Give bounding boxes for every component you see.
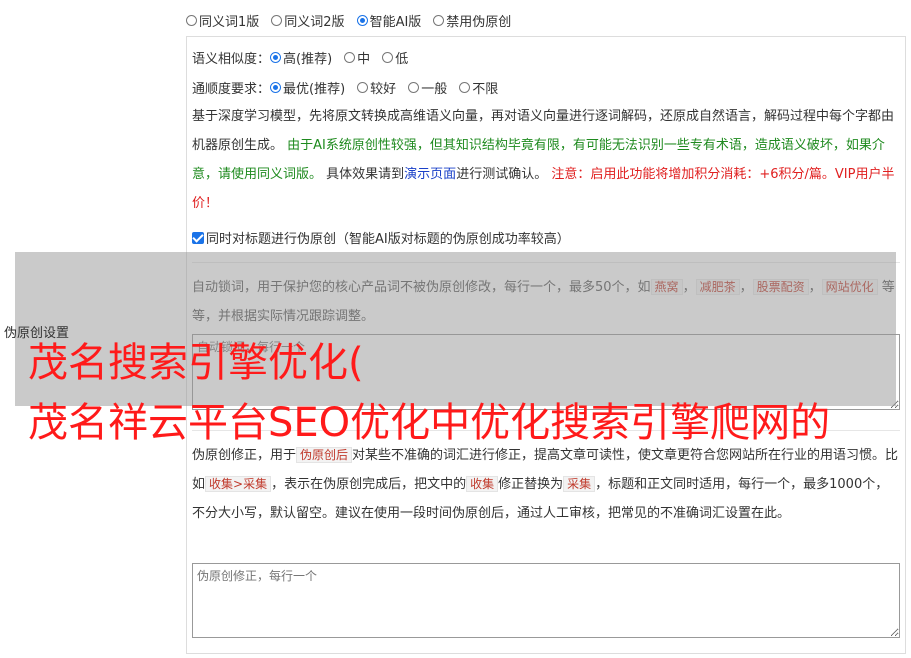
radio-icon[interactable] (433, 15, 445, 26)
example-tag: 收集 (466, 476, 499, 492)
radio-icon[interactable] (459, 82, 471, 93)
fluency-any[interactable]: 不限 (459, 78, 498, 97)
similarity-row: 语义相似度： 高(推荐) 中 低 (192, 48, 420, 67)
fix-words-input[interactable] (192, 563, 900, 638)
similarity-medium[interactable]: 中 (344, 48, 370, 67)
fix-words-description: 伪原创修正，用于 伪原创后 对某些不准确的词汇进行修正，提高文章可读性，使文章更符合… (192, 447, 899, 521)
radio-selected-icon[interactable] (270, 82, 282, 93)
overlay-title-line-2: 茂名祥云平台SEO优化中优化搜索引擎爬网的 (28, 400, 831, 446)
title-checkbox-label: 同时对标题进行伪原创（智能AI版对标题的伪原创成功率较高） (206, 232, 570, 247)
similarity-label: 语义相似度： (192, 52, 271, 67)
fluency-good[interactable]: 较好 (357, 78, 396, 97)
version-options: 同义词1版 同义词2版 智能AI版 禁用伪原创 (186, 11, 523, 30)
similarity-high[interactable]: 高(推荐) (270, 48, 332, 67)
radio-icon[interactable] (382, 52, 394, 63)
example-tag: 伪原创后 (296, 447, 353, 463)
version-option-synonym-1[interactable]: 同义词1版 (186, 11, 259, 30)
version-option-synonym-2[interactable]: 同义词2版 (271, 11, 345, 30)
fluency-label: 通顺度要求： (192, 82, 271, 97)
example-tag: 采集 (563, 476, 596, 492)
radio-icon[interactable] (357, 82, 369, 93)
desc-demo-a: 具体效果请到 (326, 167, 405, 182)
checkbox-checked-icon[interactable] (192, 232, 204, 244)
radio-icon[interactable] (408, 82, 420, 93)
radio-selected-icon[interactable] (270, 52, 282, 63)
similarity-low[interactable]: 低 (382, 48, 408, 67)
demo-page-link[interactable]: 演示页面 (404, 167, 456, 182)
overlay-title-line-1: 茂名搜索引擎优化( (28, 340, 364, 386)
title-checkbox-row[interactable]: 同时对标题进行伪原创（智能AI版对标题的伪原创成功率较高） (192, 228, 570, 247)
radio-selected-icon[interactable] (356, 15, 368, 26)
example-tag: 收集>采集 (205, 476, 272, 492)
radio-icon[interactable] (344, 52, 356, 63)
fluency-normal[interactable]: 一般 (408, 78, 447, 97)
radio-icon[interactable] (186, 15, 197, 26)
fluency-row: 通顺度要求： 最优(推荐) 较好 一般 不限 (192, 78, 510, 97)
version-option-disable[interactable]: 禁用伪原创 (433, 11, 511, 30)
version-option-ai[interactable]: 智能AI版 (356, 11, 421, 30)
desc-demo-b: 进行测试确认。 (456, 167, 548, 182)
fluency-best[interactable]: 最优(推荐) (270, 78, 345, 97)
radio-icon[interactable] (271, 15, 283, 26)
ai-description: 基于深度学习模型，先将原文转换成高维语义向量，再对语义向量进行逐词解码，还原成自… (192, 102, 900, 218)
